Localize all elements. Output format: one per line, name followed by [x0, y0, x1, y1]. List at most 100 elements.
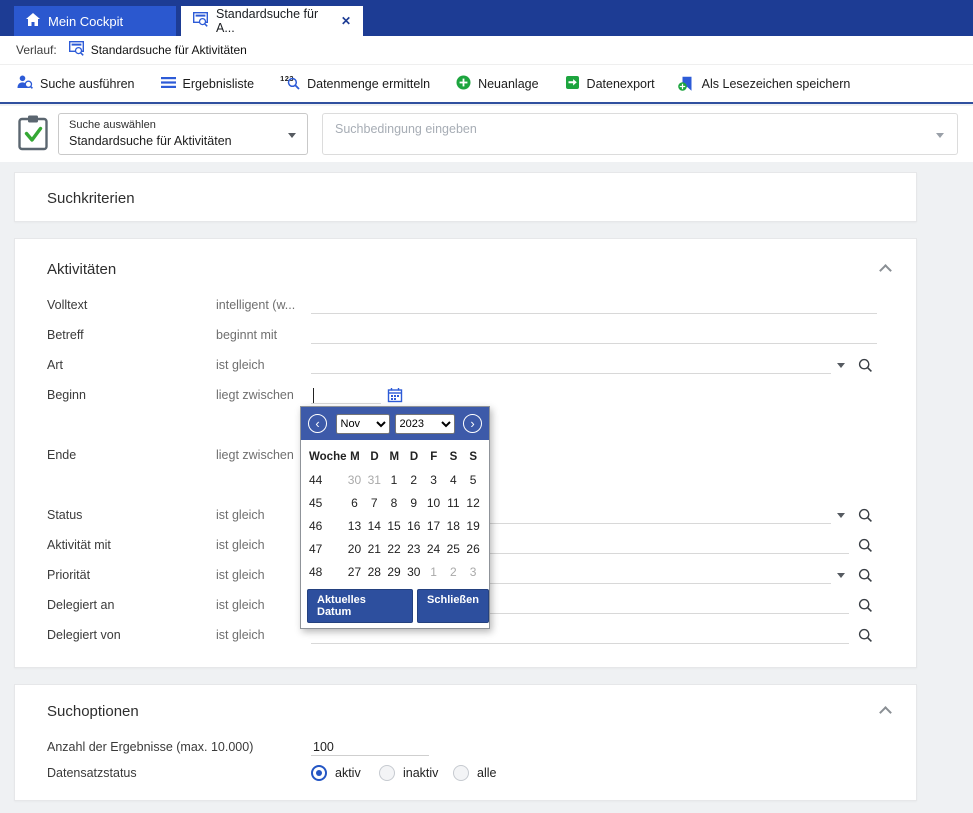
text-input[interactable] — [311, 297, 877, 314]
field-condition[interactable]: beginnt mit — [216, 328, 277, 342]
search-condition-input[interactable]: Suchbedingung eingeben — [322, 113, 958, 155]
search-options-card: Suchoptionen Anzahl der Ergebnisse (max.… — [14, 684, 917, 801]
search-select-label: Suche auswählen — [69, 119, 156, 131]
radio-alle[interactable]: alle — [453, 765, 496, 781]
calendar-day[interactable]: 2 — [443, 565, 463, 579]
lookup-search-icon[interactable] — [858, 598, 873, 616]
data-export-button[interactable]: Datenexport — [565, 75, 655, 93]
run-search-button[interactable]: Suche ausführen — [16, 74, 135, 93]
calendar-day[interactable]: 8 — [384, 496, 404, 510]
tab-standardsuche[interactable]: Standardsuche für A... ✕ — [181, 6, 363, 36]
calendar-day[interactable]: 7 — [364, 496, 384, 510]
field-condition[interactable]: ist gleich — [216, 568, 265, 582]
dropdown-caret-icon[interactable] — [837, 363, 845, 368]
calendar-day[interactable]: 6 — [345, 496, 365, 510]
field-condition[interactable]: liegt zwischen — [216, 448, 294, 462]
radio-inaktiv[interactable]: inaktiv — [379, 765, 438, 781]
calendar-day[interactable]: 21 — [364, 542, 384, 556]
calendar-week-row: 4613141516171819 — [307, 514, 483, 537]
calendar-day[interactable]: 24 — [424, 542, 444, 556]
results-count-value: 100 — [313, 740, 334, 754]
calendar-day[interactable]: 31 — [364, 473, 384, 487]
tab-mein-cockpit[interactable]: Mein Cockpit — [14, 6, 176, 36]
text-input[interactable] — [311, 357, 831, 374]
field-condition[interactable]: intelligent (w... — [216, 298, 295, 312]
calendar-day[interactable]: 29 — [384, 565, 404, 579]
form-row-betreff: Betreff beginnt mit — [15, 327, 916, 345]
lookup-search-icon[interactable] — [858, 568, 873, 586]
today-button[interactable]: Aktuelles Datum — [307, 589, 413, 623]
lookup-search-icon[interactable] — [858, 628, 873, 646]
radio-aktiv[interactable]: aktiv — [311, 765, 361, 781]
calendar-day[interactable]: 15 — [384, 519, 404, 533]
calendar-day[interactable]: 10 — [424, 496, 444, 510]
date-input-from[interactable] — [311, 387, 381, 404]
calendar-week-number: 45 — [307, 496, 345, 510]
collapse-section-icon[interactable] — [879, 264, 892, 277]
calendar-month-select[interactable]: Nov — [336, 414, 390, 434]
calendar-day[interactable]: 26 — [463, 542, 483, 556]
lookup-search-icon[interactable] — [858, 358, 873, 376]
toolbar-label: Ergebnisliste — [183, 77, 255, 91]
calendar-weekday-header-row: WocheMDMDFSS — [307, 445, 483, 468]
history-item-link[interactable]: Standardsuche für Aktivitäten — [91, 43, 247, 57]
field-condition[interactable]: ist gleich — [216, 628, 265, 642]
field-condition[interactable]: ist gleich — [216, 358, 265, 372]
calendar-day[interactable]: 3 — [424, 473, 444, 487]
collapse-section-icon[interactable] — [879, 706, 892, 719]
result-list-button[interactable]: Ergebnisliste — [161, 76, 255, 92]
tab-close-icon[interactable]: ✕ — [341, 14, 351, 28]
calendar-day[interactable]: 30 — [345, 473, 365, 487]
calendar-next-month-button[interactable]: › — [463, 414, 482, 433]
calendar-header: ‹ Nov 2023 › — [301, 407, 489, 440]
lookup-search-icon[interactable] — [858, 538, 873, 556]
calendar-day[interactable]: 11 — [443, 496, 463, 510]
calendar-day[interactable]: 2 — [404, 473, 424, 487]
calendar-icon[interactable] — [387, 387, 403, 406]
close-calendar-button[interactable]: Schließen — [417, 589, 489, 623]
field-condition[interactable]: ist gleich — [216, 508, 265, 522]
calendar-weekday-label: M — [384, 451, 404, 463]
calendar-day[interactable]: 25 — [443, 542, 463, 556]
calendar-week-number: 46 — [307, 519, 345, 533]
new-record-button[interactable]: Neuanlage — [456, 75, 538, 93]
search-select-dropdown[interactable]: Suche auswählen Standardsuche für Aktivi… — [58, 113, 308, 155]
results-count-input[interactable]: 100 — [311, 739, 429, 756]
date-picker-popup: ‹ Nov 2023 › WocheMDMDFSS443031123454567… — [300, 406, 490, 629]
lookup-search-icon[interactable] — [858, 508, 873, 526]
dropdown-caret-icon[interactable] — [837, 573, 845, 578]
field-condition[interactable]: ist gleich — [216, 598, 265, 612]
calendar-day[interactable]: 27 — [345, 565, 365, 579]
calendar-day[interactable]: 1 — [424, 565, 444, 579]
calendar-day[interactable]: 19 — [463, 519, 483, 533]
calendar-weekday-label: D — [404, 451, 424, 463]
calendar-prev-month-button[interactable]: ‹ — [308, 414, 327, 433]
calendar-day[interactable]: 16 — [404, 519, 424, 533]
calendar-day[interactable]: 3 — [463, 565, 483, 579]
toolbar-label: Neuanlage — [478, 77, 538, 91]
calendar-day[interactable]: 23 — [404, 542, 424, 556]
history-label: Verlauf: — [16, 43, 57, 57]
calendar-day[interactable]: 4 — [443, 473, 463, 487]
calendar-day[interactable]: 18 — [443, 519, 463, 533]
calendar-day[interactable]: 17 — [424, 519, 444, 533]
text-input[interactable] — [311, 327, 877, 344]
calendar-day[interactable]: 20 — [345, 542, 365, 556]
field-condition[interactable]: ist gleich — [216, 538, 265, 552]
calendar-day[interactable]: 13 — [345, 519, 365, 533]
calendar-day[interactable]: 12 — [463, 496, 483, 510]
calendar-day[interactable]: 30 — [404, 565, 424, 579]
field-condition[interactable]: liegt zwischen — [216, 388, 294, 402]
calendar-year-select[interactable]: 2023 — [395, 414, 455, 434]
dropdown-caret-icon[interactable] — [837, 513, 845, 518]
calendar-day[interactable]: 1 — [384, 473, 404, 487]
text-input[interactable] — [311, 627, 849, 644]
calendar-day[interactable]: 14 — [364, 519, 384, 533]
calendar-day[interactable]: 5 — [463, 473, 483, 487]
calendar-day[interactable]: 9 — [404, 496, 424, 510]
toolbar-label: Suche ausführen — [40, 77, 135, 91]
calendar-day[interactable]: 22 — [384, 542, 404, 556]
count-records-button[interactable]: 123 Datenmenge ermitteln — [280, 76, 430, 92]
save-bookmark-button[interactable]: Als Lesezeichen speichern — [681, 76, 851, 92]
calendar-day[interactable]: 28 — [364, 565, 384, 579]
